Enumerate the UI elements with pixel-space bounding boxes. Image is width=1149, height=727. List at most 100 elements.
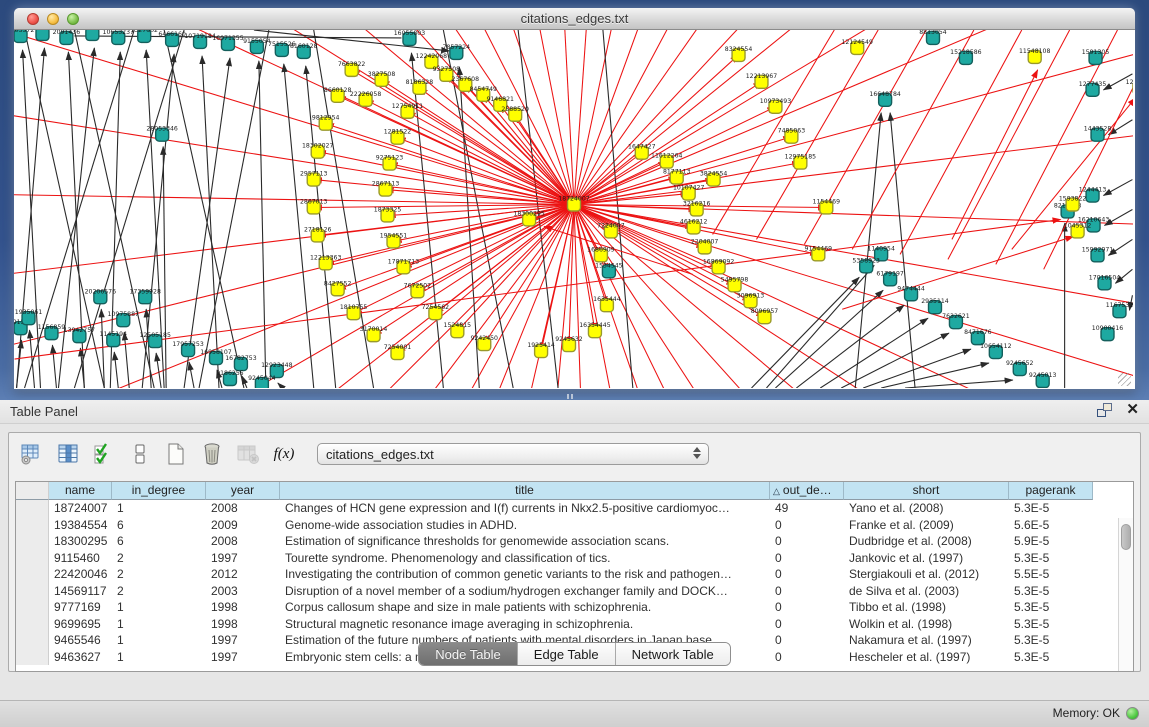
table-cell[interactable]: 22420046: [49, 566, 112, 583]
table-cell[interactable]: 2003: [206, 583, 280, 600]
table-cell[interactable]: Jankovic et al. (1997): [844, 550, 1009, 567]
table-cell[interactable]: 2: [112, 566, 206, 583]
table-row[interactable]: 1872400712008Changes of HCN gene express…: [16, 500, 1133, 517]
table-row[interactable]: 1938455462009Genome-wide association stu…: [16, 517, 1133, 534]
table-cell[interactable]: Wolkin et al. (1998): [844, 616, 1009, 633]
column-header-in_degree[interactable]: in_degree: [112, 482, 206, 500]
create-column-icon[interactable]: [161, 439, 191, 469]
table-cell[interactable]: 6: [112, 517, 206, 534]
table-select-dropdown[interactable]: citations_edges.txt: [317, 443, 709, 465]
table-cell[interactable]: 2008: [206, 533, 280, 550]
table-cell[interactable]: 2008: [206, 500, 280, 517]
table-cell[interactable]: 18724007: [49, 500, 112, 517]
table-cell[interactable]: Stergiakouli et al. (2012): [844, 566, 1009, 583]
edge: [114, 352, 118, 388]
scrollbar-thumb[interactable]: [1121, 524, 1131, 550]
select-columns-icon[interactable]: [89, 439, 119, 469]
node-label: 18300295: [513, 210, 544, 217]
table-cell[interactable]: 5.3E-5: [1009, 616, 1093, 633]
table-cell[interactable]: 2009: [206, 517, 280, 534]
tab-edge-table[interactable]: Edge Table: [518, 643, 616, 665]
float-panel-icon[interactable]: [1097, 403, 1112, 417]
table-cell[interactable]: 2: [112, 583, 206, 600]
table-cell[interactable]: 5.3E-5: [1009, 583, 1093, 600]
table-row[interactable]: 1456911722003Disruption of a novel membe…: [16, 583, 1133, 600]
table-row[interactable]: 1830029562008Estimation of significance …: [16, 533, 1133, 550]
column-header-out_de[interactable]: △out_de…: [770, 482, 844, 500]
column-header-short[interactable]: short: [844, 482, 1009, 500]
row-options-icon[interactable]: [125, 439, 155, 469]
table-mode-icon[interactable]: [17, 439, 47, 469]
table-cell[interactable]: Changes of HCN gene expression and I(f) …: [280, 500, 770, 517]
table-cell[interactable]: 18300295: [49, 533, 112, 550]
table-cell[interactable]: Structural magnetic resonance image aver…: [280, 616, 770, 633]
table-cell[interactable]: 5.3E-5: [1009, 550, 1093, 567]
table-cell[interactable]: 0: [770, 517, 844, 534]
table-row[interactable]: 2242004622012Investigating the contribut…: [16, 566, 1133, 583]
table-cell[interactable]: 0: [770, 566, 844, 583]
node-label: 1154469: [813, 199, 841, 206]
citation-edge: [14, 102, 574, 205]
table-cell[interactable]: 9699695: [49, 616, 112, 633]
table-cell[interactable]: 19384554: [49, 517, 112, 534]
table-cell[interactable]: Investigating the contribution of common…: [280, 566, 770, 583]
table-cell[interactable]: 0: [770, 583, 844, 600]
table-cell[interactable]: 2012: [206, 566, 280, 583]
column-header-pagerank[interactable]: pagerank: [1009, 482, 1093, 500]
table-cell[interactable]: 5.3E-5: [1009, 599, 1093, 616]
network-canvas[interactable]: 2403572208914320914361003532106532371527…: [14, 30, 1133, 388]
table-cell[interactable]: 1: [112, 599, 206, 616]
delete-column-icon[interactable]: [197, 439, 227, 469]
panel-splitter[interactable]: [563, 393, 579, 400]
table-cell[interactable]: Dudbridge et al. (2008): [844, 533, 1009, 550]
column-header-name[interactable]: name: [49, 482, 112, 500]
tab-network-table[interactable]: Network Table: [616, 643, 730, 665]
table-cell[interactable]: Genome-wide association studies in ADHD.: [280, 517, 770, 534]
table-row[interactable]: 911546021997Tourette syndrome. Phenomeno…: [16, 550, 1133, 567]
table-cell[interactable]: 5.5E-5: [1009, 566, 1093, 583]
table-cell[interactable]: 0: [770, 616, 844, 633]
table-cell[interactable]: 2: [112, 550, 206, 567]
table-row[interactable]: 969969511998Structural magnetic resonanc…: [16, 616, 1133, 633]
node-label: 1686909: [587, 246, 615, 253]
network-window-titlebar[interactable]: citations_edges.txt: [14, 8, 1135, 30]
table-cell[interactable]: 1998: [206, 616, 280, 633]
table-row[interactable]: 977716911998Corpus callosum shape and si…: [16, 599, 1133, 616]
table-cell[interactable]: 6: [112, 533, 206, 550]
edge: [278, 383, 283, 388]
show-columns-icon[interactable]: [53, 439, 83, 469]
table-cell[interactable]: 5.9E-5: [1009, 533, 1093, 550]
table-cell[interactable]: 1998: [206, 599, 280, 616]
column-header-title[interactable]: title: [280, 482, 770, 500]
table-cell[interactable]: 1: [112, 616, 206, 633]
table-cell[interactable]: Corpus callosum shape and size in male p…: [280, 599, 770, 616]
table-cell[interactable]: 14569117: [49, 583, 112, 600]
table-cell[interactable]: 0: [770, 550, 844, 567]
table-cell[interactable]: Disruption of a novel member of a sodium…: [280, 583, 770, 600]
table-cell[interactable]: Franke et al. (2009): [844, 517, 1009, 534]
node-label: 16071355: [212, 35, 243, 42]
table-cell[interactable]: 9115460: [49, 550, 112, 567]
table-cell[interactable]: 1997: [206, 550, 280, 567]
resize-grip[interactable]: [1118, 373, 1131, 386]
table-cell[interactable]: 9777169: [49, 599, 112, 616]
table-cell[interactable]: 49: [770, 500, 844, 517]
table-cell[interactable]: Tourette syndrome. Phenomenology and cla…: [280, 550, 770, 567]
close-panel-icon[interactable]: ✕: [1126, 403, 1139, 417]
table-cell[interactable]: Tibbo et al. (1998): [844, 599, 1009, 616]
memory-ok-indicator[interactable]: [1126, 707, 1139, 720]
table-cell[interactable]: 5.6E-5: [1009, 517, 1093, 534]
table-cell[interactable]: 0: [770, 599, 844, 616]
column-header-year[interactable]: year: [206, 482, 280, 500]
node-label: 8813054: [919, 30, 947, 36]
status-bar: Memory: OK: [0, 700, 1149, 727]
table-cell[interactable]: 5.3E-5: [1009, 500, 1093, 517]
table-cell[interactable]: Estimation of significance thresholds fo…: [280, 533, 770, 550]
function-builder-icon[interactable]: f(x): [269, 439, 299, 469]
table-cell[interactable]: Yano et al. (2008): [844, 500, 1009, 517]
node-label: 2204007: [691, 238, 719, 245]
table-cell[interactable]: de Silva et al. (2003): [844, 583, 1009, 600]
table-cell[interactable]: 1: [112, 500, 206, 517]
tab-node-table[interactable]: Node Table: [419, 643, 518, 665]
table-cell[interactable]: 0: [770, 533, 844, 550]
